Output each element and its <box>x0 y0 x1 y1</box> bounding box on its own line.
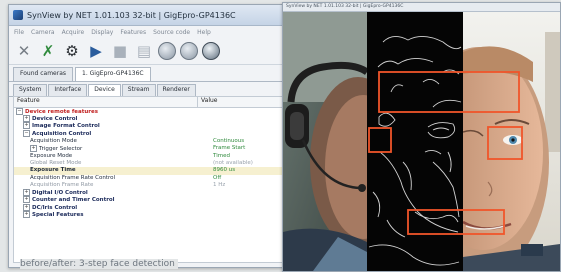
grid-header: Feature Value <box>14 97 304 108</box>
tab-stream[interactable]: Stream <box>121 84 156 96</box>
stop-button-icon[interactable] <box>158 42 176 60</box>
title-bar: SynView by NET 1.01.103 32-bit | GigEpro… <box>9 5 309 26</box>
feature-name: Acquisition Frame Rate Control <box>14 175 210 182</box>
tab-device[interactable]: Device <box>88 84 121 96</box>
feature-name: + Trigger Selector <box>14 144 210 153</box>
feature-label: Exposure Time <box>30 167 76 174</box>
menu-features[interactable]: Features <box>120 29 146 36</box>
device-tabs: Found cameras 1. GigEpro-GP4136C <box>9 65 309 82</box>
menu-acquire[interactable]: Acquire <box>62 29 85 36</box>
save-icon[interactable]: ▤ <box>134 41 154 61</box>
grid-row[interactable]: + Trigger Selector Frame Start <box>14 144 304 153</box>
face-detection-image <box>283 12 560 271</box>
collapse-icon[interactable]: − <box>23 129 30 137</box>
grid-row[interactable]: Exposure Time 8960 us <box>14 167 304 175</box>
col-feature-header[interactable]: Feature <box>14 97 198 107</box>
expand-icon[interactable]: + <box>30 144 37 152</box>
feature-name: − Acquisition Control <box>14 129 203 138</box>
feature-name: Exposure Mode <box>14 153 210 160</box>
feature-value[interactable]: 8960 us <box>210 167 235 174</box>
feature-label: Acquisition Control <box>32 130 92 137</box>
expand-icon[interactable]: + <box>23 189 30 196</box>
grid-row[interactable]: + Special Features <box>14 211 304 219</box>
grid-row[interactable]: Global Reset Mode (not available) <box>14 160 304 167</box>
expand-icon[interactable]: + <box>23 203 30 211</box>
feature-label: Device Control <box>32 116 78 123</box>
feature-label: Acquisition Frame Rate Control <box>30 174 115 181</box>
tab-renderer[interactable]: Renderer <box>156 84 196 96</box>
image-window: SynView by NET 1.01.103 32-bit | GigEpro… <box>282 2 561 272</box>
feature-name: Global Reset Mode <box>14 160 210 167</box>
image-window-title: SynView by NET 1.01.103 32-bit | GigEpro… <box>283 3 560 12</box>
tab-system[interactable]: System <box>13 84 48 96</box>
acquire-icon[interactable]: ⚙ <box>62 41 82 61</box>
feature-value[interactable]: Timed <box>210 153 230 160</box>
tab-found-cameras[interactable]: Found cameras <box>13 67 74 81</box>
menu-bar: File Camera Acquire Display Features Sou… <box>9 26 309 38</box>
tab-interface[interactable]: Interface <box>48 84 88 96</box>
menu-help[interactable]: Help <box>197 29 211 36</box>
menu-camera[interactable]: Camera <box>31 29 55 36</box>
play-button-icon[interactable] <box>202 42 220 60</box>
feature-name: + Special Features <box>14 211 203 219</box>
edge-detection-section <box>367 12 463 271</box>
menu-source-code[interactable]: Source code <box>153 29 190 36</box>
wrench-icon[interactable]: ✕ <box>14 41 34 61</box>
tab-camera[interactable]: 1. GigEpro-GP4136C <box>75 67 151 81</box>
feature-value[interactable]: Frame Start <box>210 145 245 152</box>
grab-icon[interactable]: ▶ <box>86 41 106 61</box>
expand-icon[interactable]: + <box>23 196 30 204</box>
grid-row[interactable]: Exposure Mode Timed <box>14 152 304 159</box>
feature-value[interactable]: Off <box>210 175 221 182</box>
pause-button-icon[interactable] <box>180 42 198 60</box>
feature-label: Counter and Timer Control <box>32 197 115 204</box>
feature-label: Device remote features <box>25 108 98 115</box>
expand-icon[interactable]: + <box>23 122 30 130</box>
grid-row[interactable]: − Acquisition Control <box>14 129 304 138</box>
collapse-icon[interactable]: − <box>16 107 23 115</box>
app-icon <box>13 10 23 20</box>
feature-name: Exposure Time <box>14 167 210 174</box>
feature-label: Acquisition Mode <box>30 137 77 144</box>
grid-rows: − Device remote features + Device Control + I… <box>14 107 304 219</box>
feature-value[interactable]: Continuous <box>210 138 244 145</box>
expand-icon[interactable]: + <box>23 211 30 219</box>
feature-label: Trigger Selector <box>39 145 83 152</box>
menu-display[interactable]: Display <box>91 29 113 36</box>
synview-window: SynView by NET 1.01.103 32-bit | GigEpro… <box>8 4 310 268</box>
col-value-header[interactable]: Value <box>198 97 217 107</box>
grid-row[interactable]: Acquisition Frame Rate Control Off <box>14 175 304 182</box>
feature-label: Exposure Mode <box>30 152 73 159</box>
connect-icon[interactable]: ✗ <box>38 41 58 61</box>
feature-grid: Feature Value − Device remote features + De… <box>13 96 305 263</box>
snap-icon[interactable]: ■ <box>110 41 130 61</box>
toolbar: ✕ ✗ ⚙ ▶ ■ ▤ <box>9 38 309 65</box>
feature-value[interactable]: (not available) <box>210 160 253 167</box>
feature-label: DC/Iris Control <box>32 204 78 211</box>
feature-label: Global Reset Mode <box>30 159 82 166</box>
feature-value[interactable]: 1 Hz <box>210 182 225 189</box>
feature-label: Special Features <box>32 212 84 219</box>
window-title: SynView by NET 1.01.103 32-bit | GigEpro… <box>27 10 236 20</box>
feature-label: Digital I/O Control <box>32 190 88 196</box>
feature-label: Image Format Control <box>32 123 100 130</box>
menu-file[interactable]: File <box>14 29 24 36</box>
caption: before/after: 3-step face detection <box>20 259 178 269</box>
property-tabs: System Interface Device Stream Renderer <box>9 82 309 97</box>
expand-icon[interactable]: + <box>23 115 30 123</box>
feature-label: Acquisition Frame Rate <box>30 182 94 189</box>
